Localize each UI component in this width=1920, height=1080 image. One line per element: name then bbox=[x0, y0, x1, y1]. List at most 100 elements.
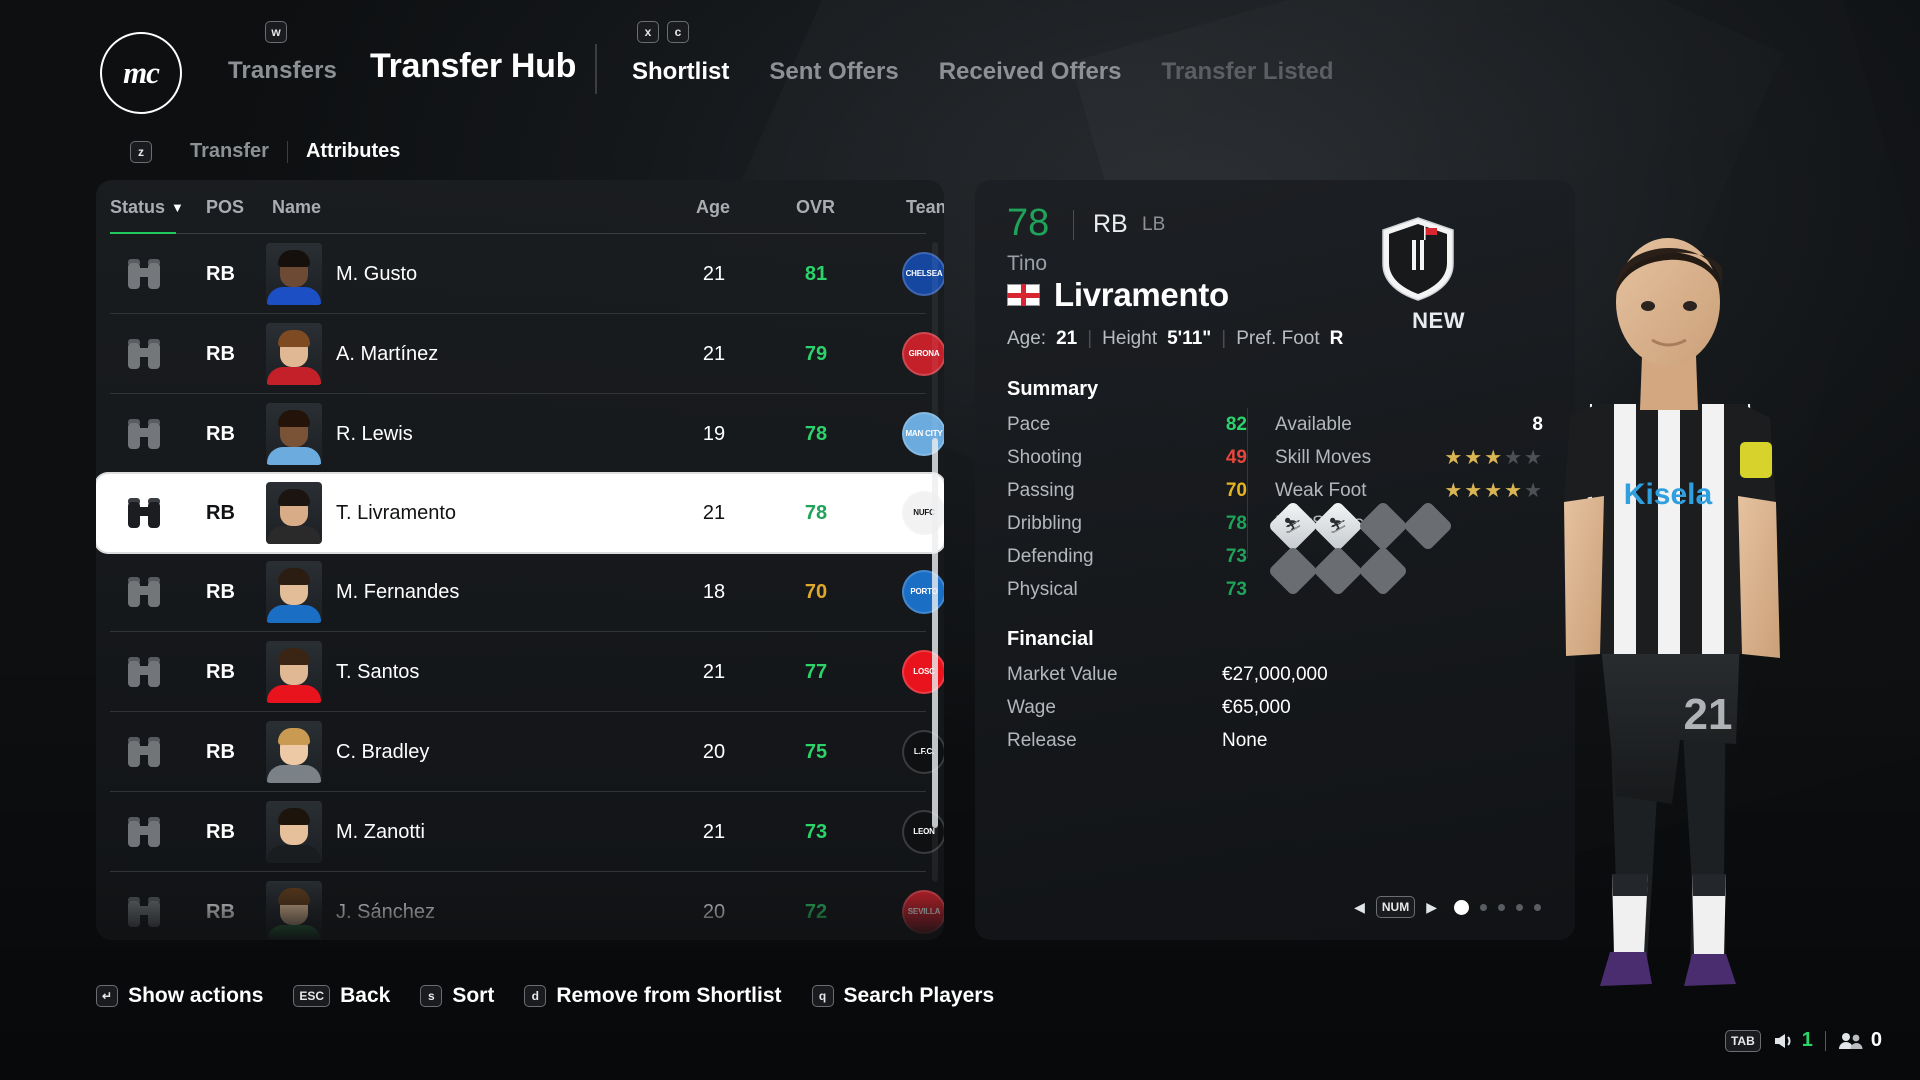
subtab-transfer[interactable]: Transfer bbox=[190, 140, 269, 163]
row-ovr: 70 bbox=[804, 580, 828, 603]
action-label: Remove from Shortlist bbox=[556, 984, 782, 1007]
bio-divider-1: | bbox=[1087, 328, 1093, 349]
action-label: Back bbox=[340, 984, 391, 1007]
column-header-age[interactable]: Age bbox=[696, 197, 730, 218]
hud-keycap-tab[interactable]: TAB bbox=[1724, 1029, 1761, 1052]
action-item[interactable]: d Remove from Shortlist bbox=[524, 984, 782, 1008]
table-row[interactable]: RB J. Sánchez 20 72 SEVILLA bbox=[96, 872, 944, 940]
stat-value: 73 bbox=[1225, 545, 1247, 567]
column-header-pos[interactable]: POS bbox=[206, 197, 244, 218]
stat-row: Physical 73 bbox=[1007, 573, 1247, 606]
row-player-name: A. Martínez bbox=[336, 342, 439, 365]
row-status[interactable] bbox=[116, 259, 172, 289]
app-logo: mc bbox=[100, 32, 182, 114]
row-player-face bbox=[266, 561, 322, 623]
list-scrollbar-thumb[interactable] bbox=[932, 438, 938, 828]
table-row[interactable]: RB T. Santos 21 77 LOSC bbox=[96, 632, 944, 712]
tab-shortlist[interactable]: Shortlist bbox=[632, 58, 729, 86]
stat-value: 70 bbox=[1225, 479, 1247, 501]
row-status[interactable] bbox=[116, 897, 172, 927]
row-player-name: M. Fernandes bbox=[336, 580, 460, 603]
table-row[interactable]: RB T. Livramento 21 78 NUFC bbox=[96, 474, 944, 552]
row-player-name: C. Bradley bbox=[336, 740, 430, 763]
action-item[interactable]: ↵ Show actions bbox=[96, 984, 263, 1008]
stat-label: Pace bbox=[1007, 413, 1051, 435]
playstyle-icon: ⛷ bbox=[1312, 500, 1364, 552]
financial-value: €27,000,000 bbox=[1222, 663, 1328, 685]
tab-bar: Shortlist Sent Offers Received Offers Tr… bbox=[632, 58, 1334, 86]
list-scrollbar[interactable] bbox=[932, 242, 938, 882]
stat-row: Shooting 49 bbox=[1007, 441, 1247, 474]
hud-players-count: 0 bbox=[1870, 1029, 1882, 1051]
row-status[interactable] bbox=[116, 577, 172, 607]
binoculars-icon bbox=[127, 657, 161, 687]
table-row[interactable]: RB M. Zanotti 21 73 LEON bbox=[96, 792, 944, 872]
financial-row: Market Value €27,000,000 bbox=[1007, 658, 1427, 691]
playstyle-icon bbox=[1357, 500, 1409, 552]
row-age: 21 bbox=[702, 820, 726, 843]
nav-transfers[interactable]: Transfers bbox=[228, 57, 337, 85]
table-row[interactable]: RB A. Martínez 21 79 GIRONA bbox=[96, 314, 944, 394]
row-status[interactable] bbox=[116, 657, 172, 687]
people-icon bbox=[1838, 1032, 1863, 1049]
row-player-face bbox=[266, 801, 322, 863]
summary-stats: Pace 82 Shooting 49 Passing 70 Dribbling 78 Defe… bbox=[1007, 408, 1247, 606]
keycap-c-label[interactable]: c bbox=[667, 21, 689, 43]
binoculars-icon bbox=[127, 817, 161, 847]
binoculars-icon bbox=[127, 419, 161, 449]
app-header: mc w Transfers Transfer Hub x c Shortlis… bbox=[0, 0, 1920, 163]
keycap-z[interactable]: z bbox=[130, 141, 152, 163]
tab-transfer-listed[interactable]: Transfer Listed bbox=[1161, 58, 1333, 86]
action-item[interactable]: s Sort bbox=[420, 984, 494, 1008]
row-position: RB bbox=[206, 580, 235, 603]
binoculars-icon bbox=[127, 259, 161, 289]
column-header-status[interactable]: Status ▼ bbox=[110, 197, 184, 218]
row-position: RB bbox=[206, 262, 235, 285]
row-status[interactable] bbox=[116, 419, 172, 449]
bio-divider-2: | bbox=[1221, 328, 1227, 349]
row-player-name: R. Lewis bbox=[336, 422, 413, 445]
row-status[interactable] bbox=[116, 339, 172, 369]
detail-ovr: 78 bbox=[1007, 202, 1050, 244]
pager-keycap-label: NUM bbox=[1375, 896, 1416, 918]
row-position: RB bbox=[206, 422, 235, 445]
action-item[interactable]: q Search Players bbox=[811, 984, 994, 1008]
row-age: 20 bbox=[702, 740, 726, 763]
row-position: RB bbox=[206, 820, 235, 843]
table-row[interactable]: RB C. Bradley 20 75 L.F.C. bbox=[96, 712, 944, 792]
row-status[interactable] bbox=[116, 737, 172, 767]
row-status[interactable] bbox=[116, 498, 172, 528]
playstyle-icon: ⛷ bbox=[1267, 500, 1319, 552]
table-row[interactable]: RB M. Gusto 21 81 CHELSEA bbox=[96, 234, 944, 314]
subtab-attributes[interactable]: Attributes bbox=[306, 140, 400, 163]
row-player-face bbox=[266, 482, 322, 544]
subtab-divider bbox=[286, 140, 288, 163]
hud-audio-group: 1 bbox=[1773, 1029, 1813, 1052]
pager-right-arrow-icon[interactable]: ▶ bbox=[1426, 899, 1437, 916]
keycap-z-label: z bbox=[130, 141, 152, 163]
table-row[interactable]: RB M. Fernandes 18 70 PORTO bbox=[96, 552, 944, 632]
row-position: RB bbox=[206, 501, 235, 524]
row-age: 19 bbox=[702, 422, 726, 445]
binoculars-icon bbox=[127, 339, 161, 369]
column-header-name[interactable]: Name bbox=[272, 197, 321, 218]
transfer-hub-screen: mc w Transfers Transfer Hub x c Shortlis… bbox=[0, 0, 1920, 1080]
stat-label: Dribbling bbox=[1007, 512, 1082, 534]
row-team-crest: SEVILLA bbox=[896, 890, 944, 934]
table-row[interactable]: RB R. Lewis 19 78 MAN CITY bbox=[96, 394, 944, 474]
keycap-w[interactable]: w bbox=[265, 21, 287, 43]
speaker-icon bbox=[1774, 1033, 1791, 1048]
tab-sent-offers[interactable]: Sent Offers bbox=[769, 58, 898, 86]
column-header-ovr[interactable]: OVR bbox=[796, 197, 835, 218]
pager-left-arrow-icon[interactable]: ◀ bbox=[1354, 899, 1365, 916]
keycap-x-label[interactable]: x bbox=[637, 21, 659, 43]
bio-age-label: Age: bbox=[1007, 328, 1047, 349]
tab-received-offers[interactable]: Received Offers bbox=[939, 58, 1122, 86]
detail-ovr-divider bbox=[1073, 210, 1074, 240]
action-item[interactable]: ESC Back bbox=[293, 984, 390, 1008]
subtab-bar: Transfer Attributes bbox=[190, 140, 400, 163]
row-status[interactable] bbox=[116, 817, 172, 847]
row-age: 18 bbox=[702, 580, 726, 603]
column-header-team[interactable]: Team bbox=[906, 197, 944, 218]
bio-height-label: Height bbox=[1102, 328, 1158, 349]
